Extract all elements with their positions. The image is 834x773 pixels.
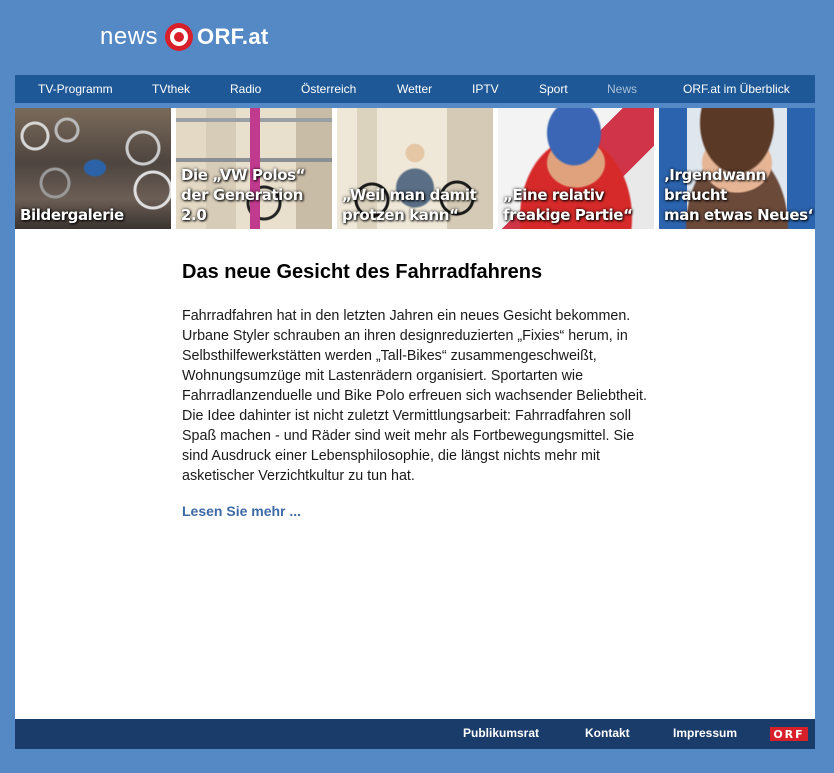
orf-footer-logo-text: ORF: [773, 727, 805, 741]
nav-item-wetter[interactable]: Wetter: [397, 82, 432, 96]
teaser-vw-polos[interactable]: Die „VW Polos“ der Generation 2.0: [176, 108, 332, 229]
logo-news-text: news: [100, 23, 159, 50]
nav-item-oesterreich[interactable]: Österreich: [301, 82, 356, 96]
teaser-caption: „Weil man damit protzen kann“: [342, 186, 477, 224]
nav-item-orf-overview[interactable]: ORF.at im Überblick: [683, 82, 790, 96]
footer: Publikumsrat Kontakt Impressum ORF: [15, 719, 815, 749]
main-content: Das neue Gesicht des Fahrradfahrens Fahr…: [15, 229, 815, 719]
nav-item-radio[interactable]: Radio: [230, 82, 261, 96]
teaser-strip: Bildergalerie Die „VW Polos“ der Generat…: [15, 108, 815, 229]
nav-item-tvthek[interactable]: TVthek: [152, 82, 190, 96]
article-title: Das neue Gesicht des Fahrradfahrens: [182, 261, 543, 283]
teaser-etwas-neues[interactable]: ‚Irgendwann braucht man etwas Neues‘: [659, 108, 815, 229]
page: news ORF.at TV-Programm TVthek Radio Öst…: [0, 0, 834, 773]
footer-link-impressum[interactable]: Impressum: [673, 726, 737, 740]
teaser-caption: Die „VW Polos“ der Generation 2.0: [181, 166, 306, 224]
teaser-caption: Bildergalerie: [20, 206, 124, 224]
footer-link-kontakt[interactable]: Kontakt: [585, 726, 630, 740]
footer-link-publikumsrat[interactable]: Publikumsrat: [463, 726, 539, 740]
teaser-caption: „Eine relativ freakige Partie“: [503, 186, 633, 224]
nav-item-iptv[interactable]: IPTV: [472, 82, 499, 96]
orf-footer-logo[interactable]: ORF: [770, 727, 808, 741]
site-logo[interactable]: news ORF.at: [100, 20, 269, 54]
teaser-protzen[interactable]: „Weil man damit protzen kann“: [337, 108, 493, 229]
main-nav: TV-Programm TVthek Radio Österreich Wett…: [15, 75, 815, 103]
nav-item-news[interactable]: News: [607, 82, 637, 96]
teaser-caption: ‚Irgendwann braucht man etwas Neues‘: [664, 166, 813, 224]
read-more-link[interactable]: Lesen Sie mehr ...: [182, 503, 301, 519]
nav-item-tv-programm[interactable]: TV-Programm: [38, 82, 113, 96]
logo-orf-text: ORF.at: [197, 24, 269, 49]
orf-ring-icon: [165, 23, 194, 51]
teaser-bildergalerie[interactable]: Bildergalerie: [15, 108, 171, 229]
nav-item-sport[interactable]: Sport: [539, 82, 568, 96]
article-body: Fahrradfahren hat in den letzten Jahren …: [182, 308, 647, 484]
teaser-freakige-partie[interactable]: „Eine relativ freakige Partie“: [498, 108, 654, 229]
